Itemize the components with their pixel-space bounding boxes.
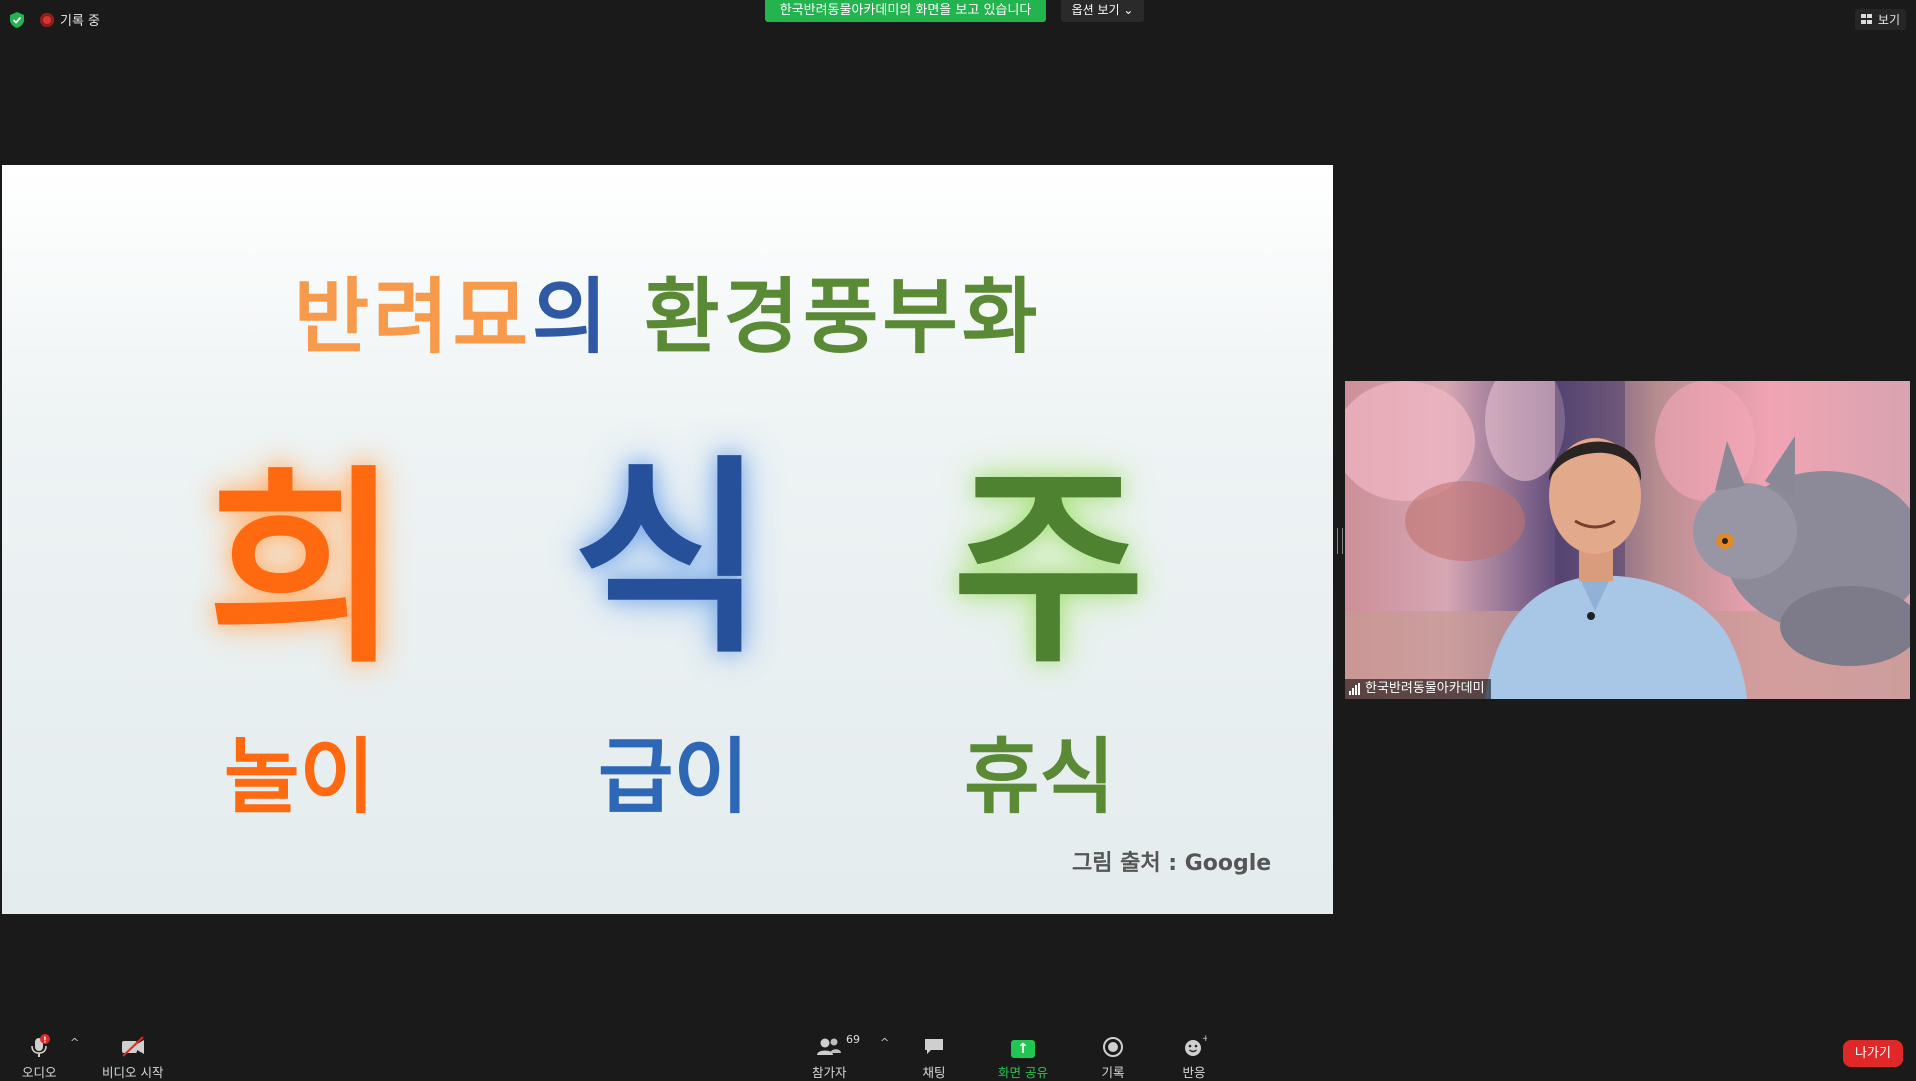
share-screen-icon: ↑ <box>998 1034 1048 1058</box>
reactions-button[interactable]: + 반응 <box>1181 1034 1207 1081</box>
participants-label: 참가자 <box>812 1065 847 1080</box>
reactions-label: 반응 <box>1182 1065 1206 1080</box>
shield-icon[interactable] <box>8 11 26 29</box>
big-char-play: 희 <box>207 447 401 692</box>
view-layout-button[interactable]: 보기 <box>1854 9 1906 30</box>
panel-splitter-handle[interactable] <box>1337 528 1343 554</box>
participants-icon <box>812 1034 847 1058</box>
microphone-icon: ! <box>22 1034 57 1058</box>
share-label: 화면 공유 <box>998 1065 1048 1080</box>
image-credit: 그림 출처 : Google <box>1072 851 1272 876</box>
grid-icon <box>1860 14 1873 25</box>
participants-count: 69 <box>846 1033 860 1046</box>
slide-title: 반려묘의 환경풍부화 <box>2 250 1333 369</box>
audio-label: 오디오 <box>22 1065 57 1080</box>
chat-button[interactable]: 채팅 <box>922 1034 946 1081</box>
connection-signal-icon <box>1349 683 1360 695</box>
record-dot-icon <box>40 12 54 27</box>
svg-text:!: ! <box>43 1036 47 1045</box>
leave-meeting-button[interactable]: 나가기 <box>1843 1040 1903 1067</box>
top-bar: 기록 중 한국반려동물아카데미의 화면을 보고 있습니다 옵션 보기 ⌄ 보기 <box>0 0 1916 40</box>
video-off-icon <box>102 1034 163 1058</box>
audio-options-caret-icon[interactable]: ^ <box>70 1036 79 1049</box>
big-char-food: 식 <box>572 437 766 682</box>
title-part-of: 의 <box>532 270 612 365</box>
title-part-enrichment: 환경풍부화 <box>644 270 1042 365</box>
chat-label: 채팅 <box>922 1065 946 1080</box>
participants-button[interactable]: 참가자 <box>812 1034 847 1081</box>
share-screen-button[interactable]: ↑ 화면 공유 <box>998 1034 1048 1081</box>
big-char-rest: 주 <box>952 447 1146 692</box>
svg-text:+: + <box>1202 1034 1207 1044</box>
video-label: 비디오 시작 <box>102 1065 164 1080</box>
shared-screen: 반려묘의 환경풍부화 희 식 주 놀이 급이 휴식 그림 출처 : Google <box>2 165 1333 914</box>
participant-name: 한국반려동물아카데미 <box>1365 681 1485 696</box>
reaction-smile-icon: + <box>1181 1034 1207 1058</box>
video-frame <box>1345 381 1910 699</box>
participant-video[interactable]: 한국반려동물아카데미 <box>1345 381 1910 699</box>
view-options-button[interactable]: 옵션 보기 ⌄ <box>1061 0 1144 22</box>
viewing-screen-banner: 한국반려동물아카데미의 화면을 보고 있습니다 <box>765 0 1046 22</box>
record-label: 기록 <box>1101 1065 1125 1080</box>
participants-options-caret-icon[interactable]: ^ <box>880 1036 889 1049</box>
start-video-button[interactable]: 비디오 시작 <box>102 1034 163 1081</box>
recording-indicator[interactable]: 기록 중 <box>40 10 100 29</box>
participant-name-tag: 한국반려동물아카데미 <box>1345 679 1491 699</box>
audio-button[interactable]: ! 오디오 <box>22 1034 57 1081</box>
word-rest: 휴식 <box>964 730 1115 825</box>
recording-label: 기록 중 <box>60 14 101 29</box>
view-button-label: 보기 <box>1877 13 1900 27</box>
chat-icon <box>922 1034 946 1058</box>
title-part-cat: 반려묘 <box>293 270 533 365</box>
word-feeding: 급이 <box>598 730 749 825</box>
word-play: 놀이 <box>224 730 375 825</box>
record-button[interactable]: 기록 <box>1101 1034 1125 1081</box>
meeting-toolbar <box>0 1020 1916 1080</box>
record-icon <box>1101 1034 1125 1058</box>
